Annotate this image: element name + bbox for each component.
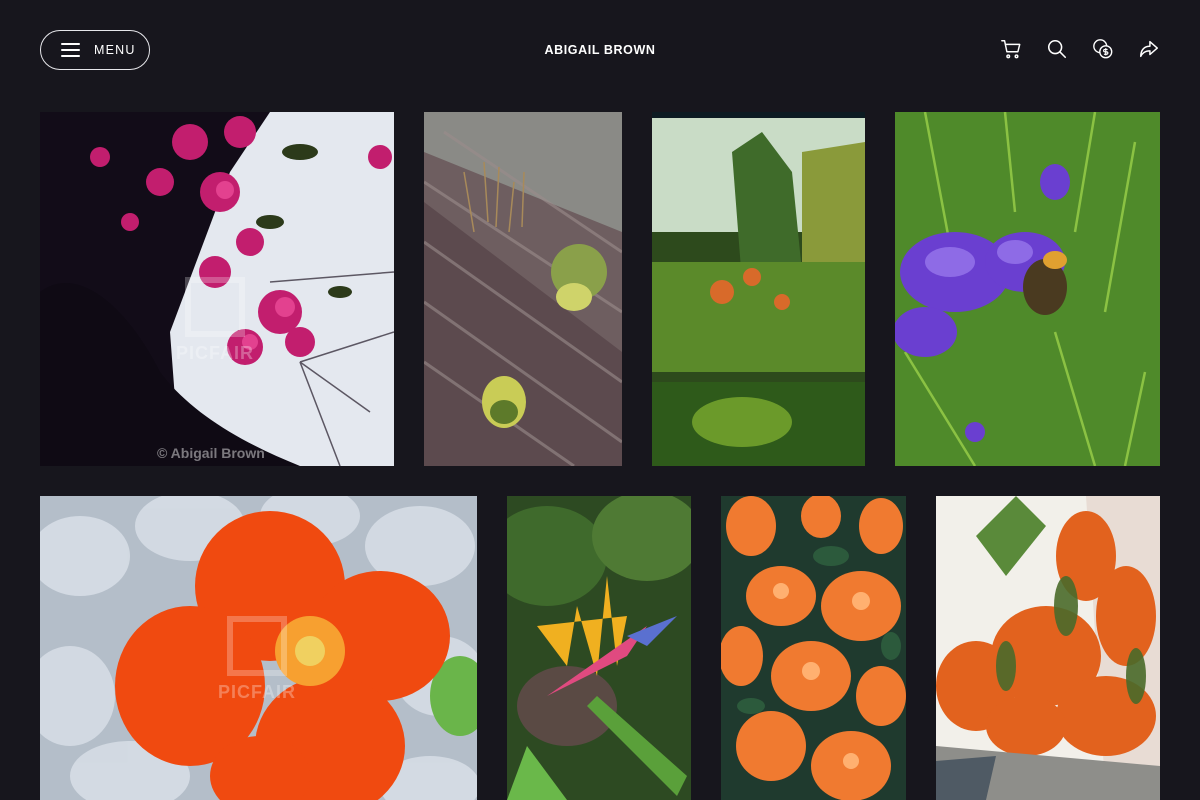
photo-flame-vine-wall[interactable] [936, 496, 1160, 800]
bird-of-paradise-image [507, 496, 691, 800]
garden-glass-image [652, 112, 865, 466]
picfair-watermark-label: PICFAIR [217, 682, 296, 702]
photo-trumpet-flowers[interactable] [721, 496, 906, 800]
picfair-watermark: PICFAIR [212, 616, 302, 726]
cart-icon[interactable] [1000, 38, 1022, 60]
photo-nasturtium[interactable]: PICFAIR [40, 496, 477, 800]
photo-rock-face[interactable] [424, 112, 622, 466]
currency-icon[interactable] [1092, 38, 1114, 60]
picfair-watermark-label: PICFAIR [175, 343, 254, 363]
site-header: MENU ABIGAIL BROWN [0, 0, 1200, 100]
picfair-watermark: PICFAIR [170, 277, 260, 387]
photo-lavender-bee[interactable] [895, 112, 1160, 466]
rock-face-image [424, 112, 622, 466]
search-icon[interactable] [1046, 38, 1068, 60]
photo-bougainvillea[interactable]: © Abigail Brown PICFAIR [40, 112, 394, 466]
photo-watermark-text: © Abigail Brown [157, 445, 265, 461]
header-actions [1000, 38, 1160, 60]
trumpet-flowers-image [721, 496, 906, 800]
photo-bird-of-paradise[interactable] [507, 496, 691, 800]
share-icon[interactable] [1138, 38, 1160, 60]
lavender-bee-image [895, 112, 1160, 466]
flame-vine-wall-image [936, 496, 1160, 800]
photo-garden-glass[interactable] [652, 112, 865, 466]
